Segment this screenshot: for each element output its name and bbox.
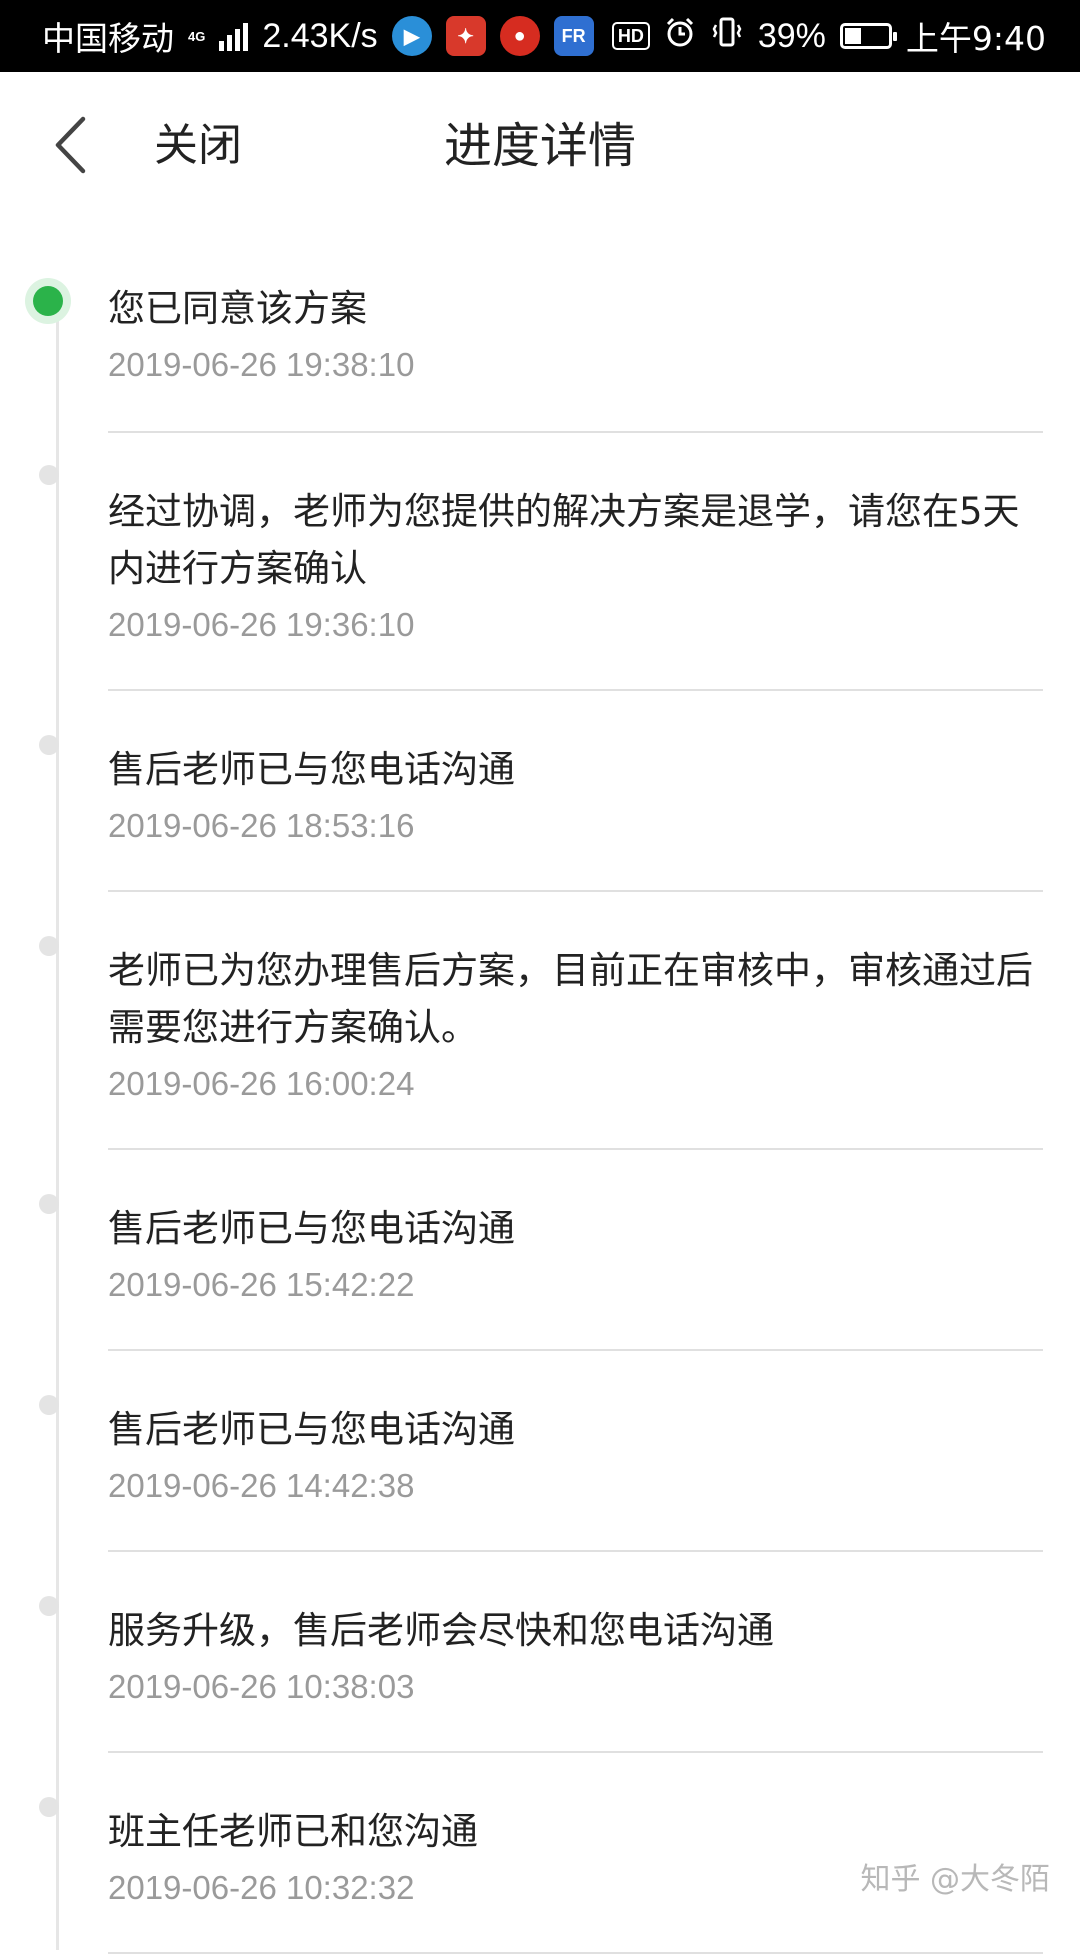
timeline-item-text: 售后老师已与您电话沟通 [108,1401,1043,1458]
timeline-item-text: 经过协调，老师为您提供的解决方案是退学，请您在5天内进行方案确认 [108,483,1043,597]
page-title: 进度详情 [0,116,1080,176]
timeline-dot-active [33,286,63,316]
navigation-bar: 关闭 进度详情 [0,72,1080,220]
timeline-item-time: 2019-06-26 15:42:22 [108,1263,1043,1307]
timeline-item-text: 老师已为您办理售后方案，目前正在审核中，审核通过后需要您进行方案确认。 [108,942,1043,1056]
clock-label: 上午9:40 [906,12,1046,60]
data-rate-label: 2.43K/s [262,17,377,56]
watermark-label: 知乎 @大冬陌 [860,1854,1050,1898]
timeline-item-text: 服务升级，售后老师会尽快和您电话沟通 [108,1602,1043,1659]
battery-icon [840,23,892,49]
video-app-icon: ▶ [392,16,432,56]
timeline-item: 您已同意该方案 2019-06-26 19:38:10 [108,220,1043,433]
timeline-dot [39,936,59,956]
timeline-item-text: 售后老师已与您电话沟通 [108,741,1043,798]
timeline-dot [39,1194,59,1214]
shopping-app-icon: ✦ [446,16,486,56]
fr-app-icon: FR [554,16,594,56]
timeline-item: 售后老师已与您电话沟通 2019-06-26 14:42:38 [108,1351,1043,1552]
timeline-dot [39,1596,59,1616]
timeline-item-text: 班主任老师已和您沟通 [108,1803,1043,1860]
timeline-line [56,300,59,1950]
timeline-item-time: 2019-06-26 16:00:24 [108,1062,1043,1106]
jd-app-icon: ● [500,16,540,56]
network-type-label: 4G [188,30,205,43]
carrier-label: 中国移动 [42,12,174,60]
timeline-item: 售后老师已与您电话沟通 2019-06-26 18:53:16 [108,691,1043,892]
alarm-icon [664,16,696,57]
timeline-item-time: 2019-06-26 14:42:38 [108,1464,1043,1508]
timeline-item-text: 售后老师已与您电话沟通 [108,1200,1043,1257]
timeline-dot [39,1797,59,1817]
timeline-item-time: 2019-06-26 18:53:16 [108,804,1043,848]
timeline-item-time: 2019-06-26 19:38:10 [108,343,1043,387]
timeline-item: 经过协调，老师为您提供的解决方案是退学，请您在5天内进行方案确认 2019-06… [108,433,1043,691]
timeline-item-time: 2019-06-26 19:36:10 [108,603,1043,647]
timeline-item-time: 2019-06-26 10:38:03 [108,1665,1043,1709]
timeline-dot [39,1395,59,1415]
battery-percent-label: 39% [758,17,826,56]
timeline-item: 售后老师已与您电话沟通 2019-06-26 15:42:22 [108,1150,1043,1351]
progress-timeline: 您已同意该方案 2019-06-26 19:38:10 经过协调，老师为您提供的… [0,220,1080,1954]
hd-badge: HD [612,22,650,50]
timeline-item: 老师已为您办理售后方案，目前正在审核中，审核通过后需要您进行方案确认。 2019… [108,892,1043,1150]
signal-icon [219,21,248,51]
timeline-item-text: 您已同意该方案 [108,280,1043,337]
timeline-dot [39,735,59,755]
vibrate-icon [710,15,744,58]
status-bar: 中国移动 4G 2.43K/s ▶ ✦ ● FR HD 39% 上午9:40 [0,0,1080,72]
timeline-dot [39,465,59,485]
timeline-item: 服务升级，售后老师会尽快和您电话沟通 2019-06-26 10:38:03 [108,1552,1043,1753]
